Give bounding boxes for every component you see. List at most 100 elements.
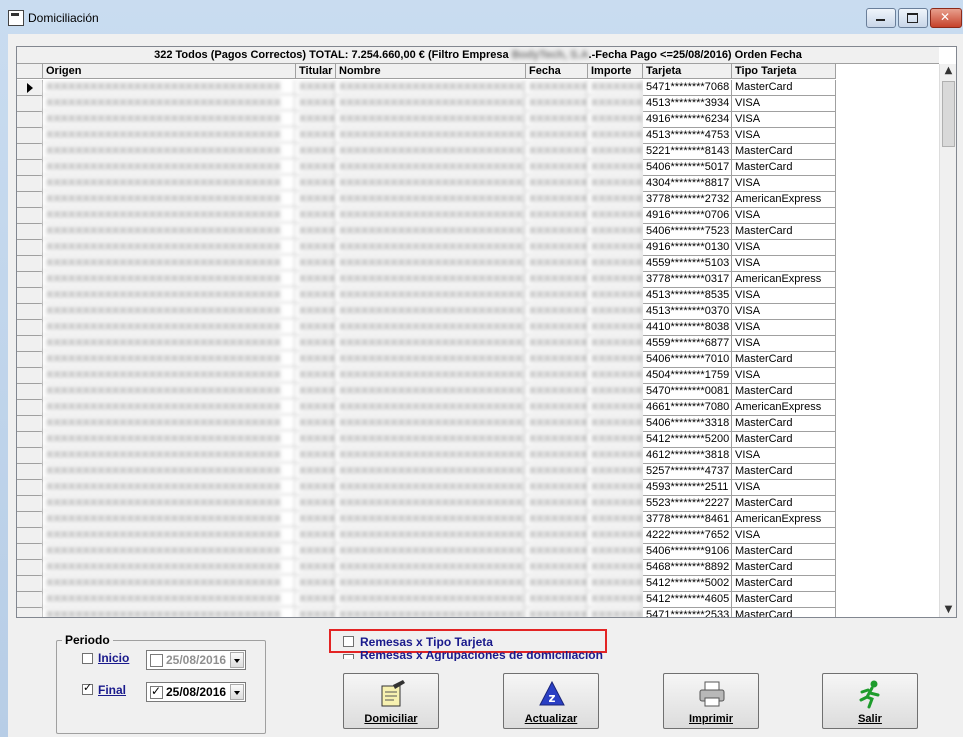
cell-tarjeta[interactable]: 4222********7652 — [643, 528, 732, 544]
cell-importe[interactable]: XXXXXXXXXXXXXXXXXXXXXXXXXXXXXXXX — [588, 96, 643, 112]
cell-titular[interactable]: XXXXXXXXXXXXXXXXXXXXXXXXXXXXXXXX — [296, 576, 336, 592]
inicio-label[interactable]: Inicio — [98, 651, 129, 665]
row-indicator[interactable] — [17, 352, 43, 368]
row-indicator[interactable] — [17, 480, 43, 496]
cell-importe[interactable]: XXXXXXXXXXXXXXXXXXXXXXXXXXXXXXXX — [588, 256, 643, 272]
cell-nombre[interactable]: XXXXXXXXXXXXXXXXXXXXXXXXXXXXXXXX — [336, 176, 526, 192]
cell-fecha[interactable]: XXXXXXXXXXXXXXXXXXXXXXXXXXXXXXXX — [526, 576, 588, 592]
cell-nombre[interactable]: XXXXXXXXXXXXXXXXXXXXXXXXXXXXXXXX — [336, 128, 526, 144]
cell-tipo-tarjeta[interactable]: AmericanExpress — [732, 512, 836, 528]
table-row[interactable]: XXXXXXXXXXXXXXXXXXXXXXXXXXXXXXXX XXXXX XXX… — [17, 512, 939, 528]
table-row[interactable]: XXXXXXXXXXXXXXXXXXXXXXXXXXXXXXXX XXXXX XXX… — [17, 128, 939, 144]
chevron-down-icon[interactable] — [230, 652, 244, 668]
cell-nombre[interactable]: XXXXXXXXXXXXXXXXXXXXXXXXXXXXXXXX — [336, 224, 526, 240]
cell-tarjeta[interactable]: 4916********0706 — [643, 208, 732, 224]
table-row[interactable]: XXXXXXXXXXXXXXXXXXXXXXXXXXXXXXXX XXXXX XXX… — [17, 560, 939, 576]
cell-fecha[interactable]: XXXXXXXXXXXXXXXXXXXXXXXXXXXXXXXX — [526, 272, 588, 288]
cell-importe[interactable]: XXXXXXXXXXXXXXXXXXXXXXXXXXXXXXXX — [588, 560, 643, 576]
cell-origen[interactable]: XXXXXXXXXXXXXXXXXXXXXXXXXXXXXXXX — [43, 544, 296, 560]
cell-tipo-tarjeta[interactable]: MasterCard — [732, 224, 836, 240]
cell-tarjeta[interactable]: 4612********3818 — [643, 448, 732, 464]
cell-fecha[interactable]: XXXXXXXXXXXXXXXXXXXXXXXXXXXXXXXX — [526, 224, 588, 240]
cell-nombre[interactable]: XXXXXXXXXXXXXXXXXXXXXXXXXXXXXXXX — [336, 144, 526, 160]
cell-titular[interactable]: XXXXXXXXXXXXXXXXXXXXXXXXXXXXXXXX — [296, 480, 336, 496]
cell-nombre[interactable]: XXXXXXXXXXXXXXXXXXXXXXXXXXXXXXXX — [336, 320, 526, 336]
table-row[interactable]: XXXXXXXXXXXXXXXXXXXXXXXXXXXXXXXX XXXXX XXX… — [17, 592, 939, 608]
cell-importe[interactable]: XXXXXXXXXXXXXXXXXXXXXXXXXXXXXXXX — [588, 128, 643, 144]
cell-importe[interactable]: XXXXXXXXXXXXXXXXXXXXXXXXXXXXXXXX — [588, 336, 643, 352]
cell-nombre[interactable]: XXXXXXXXXXXXXXXXXXXXXXXXXXXXXXXX — [336, 288, 526, 304]
cell-titular[interactable]: XXXXXXXXXXXXXXXXXXXXXXXXXXXXXXXX — [296, 368, 336, 384]
cell-nombre[interactable]: XXXXXXXXXXXXXXXXXXXXXXXXXXXXXXXX — [336, 560, 526, 576]
cell-tarjeta[interactable]: 5406********3318 — [643, 416, 732, 432]
cell-fecha[interactable]: XXXXXXXXXXXXXXXXXXXXXXXXXXXXXXXX — [526, 80, 588, 96]
cell-tarjeta[interactable]: 5471********2533 — [643, 608, 732, 617]
cell-importe[interactable]: XXXXXXXXXXXXXXXXXXXXXXXXXXXXXXXX — [588, 400, 643, 416]
row-indicator[interactable] — [17, 288, 43, 304]
table-row[interactable]: XXXXXXXXXXXXXXXXXXXXXXXXXXXXXXXX XXXXX XXX… — [17, 464, 939, 480]
cell-origen[interactable]: XXXXXXXXXXXXXXXXXXXXXXXXXXXXXXXX — [43, 336, 296, 352]
cell-nombre[interactable]: XXXXXXXXXXXXXXXXXXXXXXXXXXXXXXXX — [336, 208, 526, 224]
table-row[interactable]: XXXXXXXXXXXXXXXXXXXXXXXXXXXXXXXX XXXXX XXX… — [17, 352, 939, 368]
row-indicator[interactable] — [17, 80, 43, 96]
cell-titular[interactable]: XXXXXXXXXXXXXXXXXXXXXXXXXXXXXXXX — [296, 112, 336, 128]
row-indicator[interactable] — [17, 608, 43, 617]
cell-tipo-tarjeta[interactable]: MasterCard — [732, 560, 836, 576]
cell-nombre[interactable]: XXXXXXXXXXXXXXXXXXXXXXXXXXXXXXXX — [336, 544, 526, 560]
cell-titular[interactable]: XXXXXXXXXXXXXXXXXXXXXXXXXXXXXXXX — [296, 464, 336, 480]
cell-origen[interactable]: XXXXXXXXXXXXXXXXXXXXXXXXXXXXXXXX — [43, 592, 296, 608]
cell-fecha[interactable]: XXXXXXXXXXXXXXXXXXXXXXXXXXXXXXXX — [526, 304, 588, 320]
cell-fecha[interactable]: XXXXXXXXXXXXXXXXXXXXXXXXXXXXXXXX — [526, 528, 588, 544]
cell-fecha[interactable]: XXXXXXXXXXXXXXXXXXXXXXXXXXXXXXXX — [526, 336, 588, 352]
cell-tarjeta[interactable]: 5406********7523 — [643, 224, 732, 240]
cell-origen[interactable]: XXXXXXXXXXXXXXXXXXXXXXXXXXXXXXXX — [43, 432, 296, 448]
cell-origen[interactable]: XXXXXXXXXXXXXXXXXXXXXXXXXXXXXXXX — [43, 320, 296, 336]
cell-nombre[interactable]: XXXXXXXXXXXXXXXXXXXXXXXXXXXXXXXX — [336, 480, 526, 496]
cell-importe[interactable]: XXXXXXXXXXXXXXXXXXXXXXXXXXXXXXXX — [588, 192, 643, 208]
cell-tipo-tarjeta[interactable]: AmericanExpress — [732, 272, 836, 288]
cell-fecha[interactable]: XXXXXXXXXXXXXXXXXXXXXXXXXXXXXXXX — [526, 544, 588, 560]
cell-importe[interactable]: XXXXXXXXXXXXXXXXXXXXXXXXXXXXXXXX — [588, 416, 643, 432]
row-indicator[interactable] — [17, 496, 43, 512]
table-row[interactable]: XXXXXXXXXXXXXXXXXXXXXXXXXXXXXXXX XXXXX XXX… — [17, 416, 939, 432]
row-indicator[interactable] — [17, 192, 43, 208]
row-indicator[interactable] — [17, 400, 43, 416]
cell-fecha[interactable]: XXXXXXXXXXXXXXXXXXXXXXXXXXXXXXXX — [526, 256, 588, 272]
cell-titular[interactable]: XXXXXXXXXXXXXXXXXXXXXXXXXXXXXXXX — [296, 144, 336, 160]
row-indicator[interactable] — [17, 336, 43, 352]
cell-origen[interactable]: XXXXXXXXXXXXXXXXXXXXXXXXXXXXXXXX — [43, 256, 296, 272]
cell-fecha[interactable]: XXXXXXXXXXXXXXXXXXXXXXXXXXXXXXXX — [526, 320, 588, 336]
cell-nombre[interactable]: XXXXXXXXXXXXXXXXXXXXXXXXXXXXXXXX — [336, 80, 526, 96]
cell-nombre[interactable]: XXXXXXXXXXXXXXXXXXXXXXXXXXXXXXXX — [336, 352, 526, 368]
cell-tarjeta[interactable]: 5412********5002 — [643, 576, 732, 592]
cell-origen[interactable]: XXXXXXXXXXXXXXXXXXXXXXXXXXXXXXXX — [43, 208, 296, 224]
cell-origen[interactable]: XXXXXXXXXXXXXXXXXXXXXXXXXXXXXXXX — [43, 288, 296, 304]
cell-titular[interactable]: XXXXXXXXXXXXXXXXXXXXXXXXXXXXXXXX — [296, 608, 336, 617]
remesas-agrupaciones-checkbox[interactable] — [343, 654, 354, 659]
column-header-fecha[interactable]: Fecha — [526, 64, 588, 79]
cell-titular[interactable]: XXXXXXXXXXXXXXXXXXXXXXXXXXXXXXXX — [296, 208, 336, 224]
table-row[interactable]: XXXXXXXXXXXXXXXXXXXXXXXXXXXXXXXX XXXXX XXX… — [17, 160, 939, 176]
row-indicator[interactable] — [17, 256, 43, 272]
table-row[interactable]: XXXXXXXXXXXXXXXXXXXXXXXXXXXXXXXX XXXXX XXX… — [17, 240, 939, 256]
table-row[interactable]: XXXXXXXXXXXXXXXXXXXXXXXXXXXXXXXX XXXXX XXX… — [17, 544, 939, 560]
cell-tarjeta[interactable]: 4916********0130 — [643, 240, 732, 256]
cell-nombre[interactable]: XXXXXXXXXXXXXXXXXXXXXXXXXXXXXXXX — [336, 384, 526, 400]
cell-tarjeta[interactable]: 5468********8892 — [643, 560, 732, 576]
cell-importe[interactable]: XXXXXXXXXXXXXXXXXXXXXXXXXXXXXXXX — [588, 144, 643, 160]
cell-tipo-tarjeta[interactable]: VISA — [732, 256, 836, 272]
salir-button[interactable]: Salir — [822, 673, 918, 729]
cell-fecha[interactable]: XXXXXXXXXXXXXXXXXXXXXXXXXXXXXXXX — [526, 368, 588, 384]
cell-importe[interactable]: XXXXXXXXXXXXXXXXXXXXXXXXXXXXXXXX — [588, 544, 643, 560]
cell-tipo-tarjeta[interactable]: MasterCard — [732, 576, 836, 592]
cell-origen[interactable]: XXXXXXXXXXXXXXXXXXXXXXXXXXXXXXXX — [43, 480, 296, 496]
cell-titular[interactable]: XXXXXXXXXXXXXXXXXXXXXXXXXXXXXXXX — [296, 512, 336, 528]
cell-tarjeta[interactable]: 3778********2732 — [643, 192, 732, 208]
cell-nombre[interactable]: XXXXXXXXXXXXXXXXXXXXXXXXXXXXXXXX — [336, 576, 526, 592]
cell-tarjeta[interactable]: 4513********8535 — [643, 288, 732, 304]
row-indicator[interactable] — [17, 464, 43, 480]
cell-nombre[interactable]: XXXXXXXXXXXXXXXXXXXXXXXXXXXXXXXX — [336, 96, 526, 112]
cell-tarjeta[interactable]: 5221********8143 — [643, 144, 732, 160]
table-row[interactable]: XXXXXXXXXXXXXXXXXXXXXXXXXXXXXXXX XXXXX XXX… — [17, 192, 939, 208]
table-row[interactable]: XXXXXXXXXXXXXXXXXXXXXXXXXXXXXXXX XXXXX XXX… — [17, 176, 939, 192]
